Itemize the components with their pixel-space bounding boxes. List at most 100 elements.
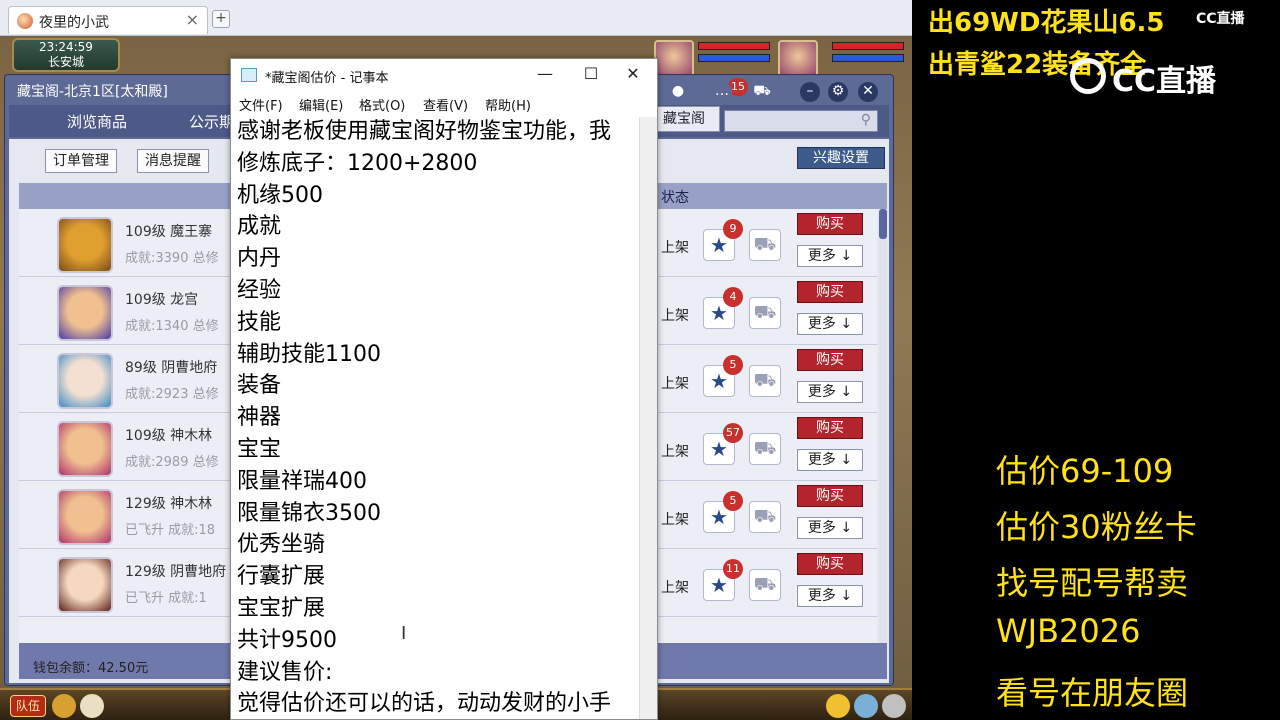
row-achievement: 已飞升 成就:1 (125, 591, 207, 606)
messages-button[interactable]: 消息提醒 (137, 149, 209, 173)
pet-hp-bar (832, 42, 904, 50)
buy-button[interactable]: 购买 (797, 485, 863, 507)
buy-button[interactable]: 购买 (797, 349, 863, 371)
notepad-line: 辅助技能1100 (237, 341, 381, 367)
overlay-top-line-1: 出69WD花果山6.5 (928, 8, 1165, 38)
nav-publicity[interactable]: 公示期 (189, 111, 234, 132)
cc-ring-icon (1070, 58, 1106, 94)
favorite-count-badge: 4 (723, 287, 743, 307)
more-button[interactable]: 更多 ↓ (797, 449, 863, 471)
character-avatar[interactable] (57, 557, 113, 613)
chat-bubble-icon[interactable] (80, 694, 104, 718)
notepad-line: 修炼底子：1200+2800 (237, 150, 478, 176)
add-to-cart-icon[interactable]: ⛟ (749, 433, 781, 465)
menu-format[interactable]: 格式(O) (359, 95, 405, 114)
menu-view[interactable]: 查看(V) (423, 95, 468, 114)
orders-button[interactable]: 订单管理 (45, 149, 117, 173)
interest-settings-button[interactable]: 兴趣设置 (797, 147, 885, 169)
buy-button[interactable]: 购买 (797, 553, 863, 575)
buy-button[interactable]: 购买 (797, 281, 863, 303)
overlay-line-3: 找号配号帮卖 (996, 564, 1189, 602)
new-tab-button[interactable]: + (212, 10, 230, 28)
menu-help[interactable]: 帮助(H) (485, 95, 531, 114)
add-to-cart-icon[interactable]: ⛟ (749, 501, 781, 533)
menu-edit[interactable]: 编辑(E) (299, 95, 343, 114)
clock-time: 23:24:59 (39, 40, 93, 54)
client-tab-bar: 夜里的小武 × + (0, 0, 912, 36)
notepad-text-area[interactable]: 感谢老板使用藏宝阁好物鉴宝功能，我 修炼底子：1200+2800 机缘500 成就 内丹… (235, 117, 635, 719)
location-name: 长安城 (47, 55, 84, 69)
search-icon[interactable]: ⚲ (861, 112, 871, 128)
close-button[interactable]: ✕ (611, 63, 655, 87)
mic-icon[interactable] (52, 694, 76, 718)
search-input[interactable]: ⚲ (724, 110, 878, 132)
buy-button[interactable]: 购买 (797, 213, 863, 235)
row-achievement: 已飞升 成就:18 (125, 523, 216, 538)
character-avatar[interactable] (57, 285, 113, 341)
notepad-menubar: 文件(F) 编辑(E) 格式(O) 查看(V) 帮助(H) (231, 91, 657, 115)
more-button[interactable]: 更多 ↓ (797, 517, 863, 539)
more-button[interactable]: 更多 ↓ (797, 381, 863, 403)
row-achievement: 成就:3390 总修 (125, 251, 219, 266)
game-clock: 23:24:59 长安城 (12, 38, 120, 72)
notepad-line: 宝宝扩展 (237, 596, 326, 621)
row-status: 上架 (661, 240, 689, 256)
maximize-button[interactable]: ☐ (569, 63, 613, 87)
listing-scrollbar[interactable] (879, 209, 887, 643)
row-status: 上架 (661, 580, 689, 596)
more-button[interactable]: 更多 ↓ (797, 585, 863, 607)
nav-browse[interactable]: 浏览商品 (67, 111, 127, 132)
pet-mp-bar (832, 54, 904, 62)
buy-button[interactable]: 购买 (797, 417, 863, 439)
add-to-cart-icon[interactable]: ⛟ (749, 365, 781, 397)
tab-cangbaoge[interactable]: 藏宝阁 (648, 106, 720, 132)
notepad-line: 宝宝 (237, 437, 282, 462)
minimize-button[interactable]: — (523, 63, 567, 87)
notepad-line: 机缘500 (237, 182, 323, 208)
notepad-line: 觉得估价还可以的话，动动发财的小手 (237, 691, 612, 717)
client-tab[interactable]: 夜里的小武 × (8, 6, 208, 34)
client-tab-title: 夜里的小武 (39, 15, 109, 31)
row-achievement: 成就:1340 总修 (125, 319, 219, 334)
menu-icon[interactable] (882, 694, 906, 718)
character-avatar[interactable] (57, 421, 113, 477)
status-column-header: 状态 (661, 190, 689, 206)
close-tab-icon[interactable]: × (186, 10, 199, 29)
character-avatar[interactable] (57, 217, 113, 273)
row-level-school[interactable]: 129级 神木林 (125, 493, 212, 513)
notepad-icon (241, 68, 257, 82)
close-icon[interactable]: ✕ (858, 82, 878, 102)
notepad-line: 经验 (237, 278, 282, 303)
menu-file[interactable]: 文件(F) (239, 95, 283, 114)
notepad-window: *藏宝阁估价 - 记事本 — ☐ ✕ 文件(F) 编辑(E) 格式(O) 查看(… (230, 58, 658, 720)
notepad-line: 成就 (237, 214, 282, 240)
settings-icon[interactable]: ⚙ (828, 82, 848, 102)
add-to-cart-icon[interactable]: ⛟ (749, 569, 781, 601)
more-button[interactable]: 更多 ↓ (797, 245, 863, 267)
cangbaoge-title: 藏宝阁-北京1区[太和殿] (17, 84, 168, 100)
notepad-line: 建议售价: (237, 659, 333, 685)
favorite-count-badge: 11 (723, 559, 743, 579)
overlay-line-2: 估价30粉丝卡 (996, 508, 1197, 546)
character-avatar[interactable] (57, 353, 113, 409)
add-to-cart-icon[interactable]: ⛟ (749, 297, 781, 329)
system-icon[interactable] (854, 694, 878, 718)
overlay-line-5: 看号在朋友圈 (996, 674, 1189, 712)
row-level-school[interactable]: 109级 魔王寨 (125, 221, 212, 241)
more-button[interactable]: 更多 ↓ (797, 313, 863, 335)
row-status: 上架 (661, 444, 689, 460)
row-level-school[interactable]: 129级 阴曹地府 (125, 561, 226, 581)
cart-icon[interactable]: ⛟ (752, 82, 772, 102)
minimize-icon[interactable]: – (800, 82, 820, 102)
character-avatar[interactable] (57, 489, 113, 545)
row-level-school[interactable]: 109级 神木林 (125, 425, 212, 445)
add-to-cart-icon[interactable]: ⛟ (749, 229, 781, 261)
notepad-scrollbar[interactable] (639, 117, 657, 719)
chat-icon[interactable]: … (712, 82, 732, 102)
emote-icon[interactable] (826, 694, 850, 718)
row-level-school[interactable]: 89级 阴曹地府 (125, 357, 217, 377)
record-icon[interactable]: ● (668, 82, 688, 102)
row-level-school[interactable]: 109级 龙宫 (125, 289, 198, 309)
team-button[interactable]: 队伍 (10, 695, 46, 717)
row-achievement: 成就:2989 总修 (125, 455, 219, 470)
